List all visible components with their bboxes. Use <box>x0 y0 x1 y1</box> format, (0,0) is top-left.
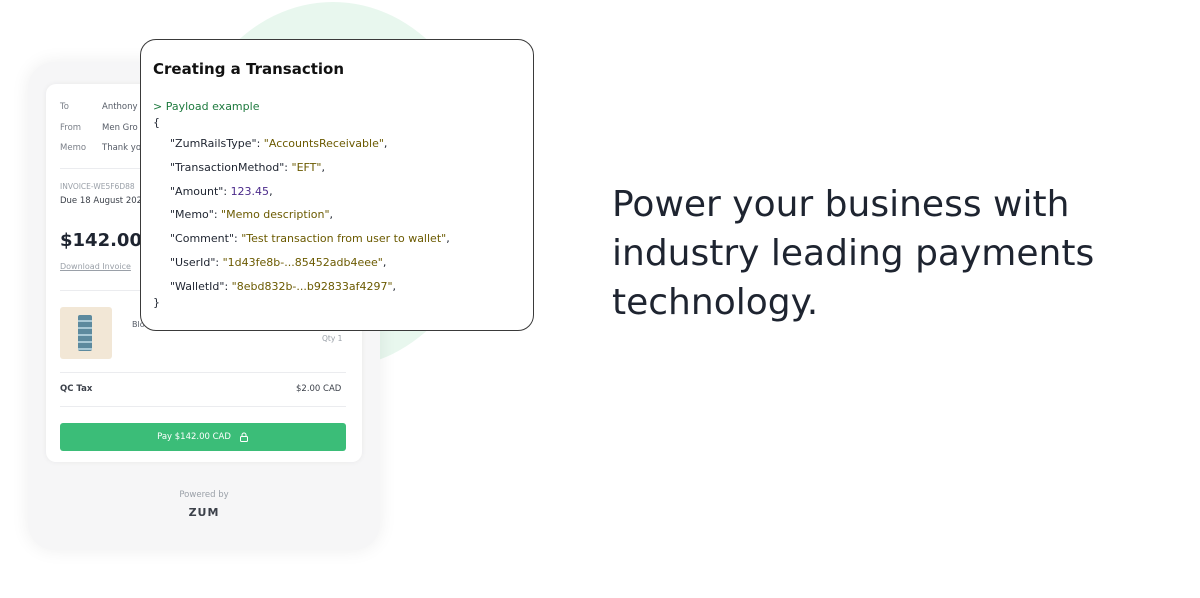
code-punctuation: , <box>382 256 387 269</box>
code-key: "WalletId": <box>170 279 232 293</box>
code-value: "1d43fe8b-...85452adb4eee" <box>222 256 383 269</box>
code-line: "TransactionMethod": "EFT", <box>170 161 325 174</box>
code-punctuation: , <box>383 137 388 150</box>
download-invoice-link[interactable]: Download Invoice <box>60 262 131 271</box>
code-value: "EFT" <box>291 160 322 174</box>
pay-button[interactable]: Pay $142.00 CAD <box>60 423 346 451</box>
code-comment: > Payload example <box>153 100 260 113</box>
code-line: "WalletId": "8ebd832b-...b92833af4297", <box>170 280 396 293</box>
code-value: "8ebd832b-...b92833af4297" <box>231 279 393 293</box>
code-line: "ZumRailsType": "AccountsReceivable", <box>170 137 387 150</box>
code-key: "TransactionMethod": <box>170 160 292 174</box>
code-punctuation: , <box>329 208 334 222</box>
code-close-brace: } <box>153 296 160 309</box>
memo-value: Thank yo <box>102 143 142 153</box>
from-value: Men Gro <box>102 123 138 133</box>
brand-logo: ZUM <box>188 506 220 519</box>
divider <box>60 406 346 407</box>
code-punctuation: , <box>392 279 397 293</box>
powered-by-label: Powered by <box>179 490 229 500</box>
memo-label: Memo <box>60 143 87 153</box>
tax-label: QC Tax <box>60 384 93 394</box>
code-open-brace: { <box>153 116 160 129</box>
item-quantity: Qty 1 <box>322 334 343 343</box>
code-punctuation: , <box>321 160 325 174</box>
code-key: "Amount": <box>170 184 231 198</box>
product-image <box>78 315 92 351</box>
headline-line-2: industry leading payments <box>612 233 1095 274</box>
tax-value: $2.00 CAD <box>296 384 342 394</box>
code-line: "Memo": "Memo description", <box>170 208 333 221</box>
code-line: "UserId": "1d43fe8b-...85452adb4eee", <box>170 256 386 269</box>
code-value: "Memo description" <box>221 208 330 222</box>
code-key: "ZumRailsType": <box>170 137 264 150</box>
code-key: "UserId": <box>170 256 223 269</box>
invoice-amount: $142.00 <box>60 230 142 251</box>
due-date: Due 18 August 202 <box>60 196 143 206</box>
divider <box>60 372 346 373</box>
headline-line-1: Power your business with <box>612 184 1070 225</box>
to-value: Anthony <box>102 102 138 112</box>
code-line: "Comment": "Test transaction from user t… <box>170 232 450 245</box>
code-punctuation: , <box>446 232 450 246</box>
code-line: "Amount": 123.45, <box>170 185 273 198</box>
code-value: "Test transaction from user to wallet" <box>241 232 447 246</box>
code-value: "AccountsReceivable" <box>263 137 384 150</box>
headline: Power your business with industry leadin… <box>612 180 1192 327</box>
code-key: "Comment": <box>170 232 242 246</box>
headline-line-3: technology. <box>612 282 819 323</box>
pay-button-label: Pay $142.00 CAD <box>157 432 231 442</box>
code-value: 123.45 <box>230 184 270 198</box>
to-label: To <box>60 102 69 112</box>
code-card-title: Creating a Transaction <box>153 60 345 78</box>
from-label: From <box>60 123 82 133</box>
invoice-number: INVOICE-WE5F6D88 <box>60 182 135 191</box>
lock-icon <box>239 432 248 442</box>
code-key: "Memo": <box>170 208 222 222</box>
code-punctuation: , <box>269 184 273 198</box>
product-thumbnail <box>60 307 112 359</box>
